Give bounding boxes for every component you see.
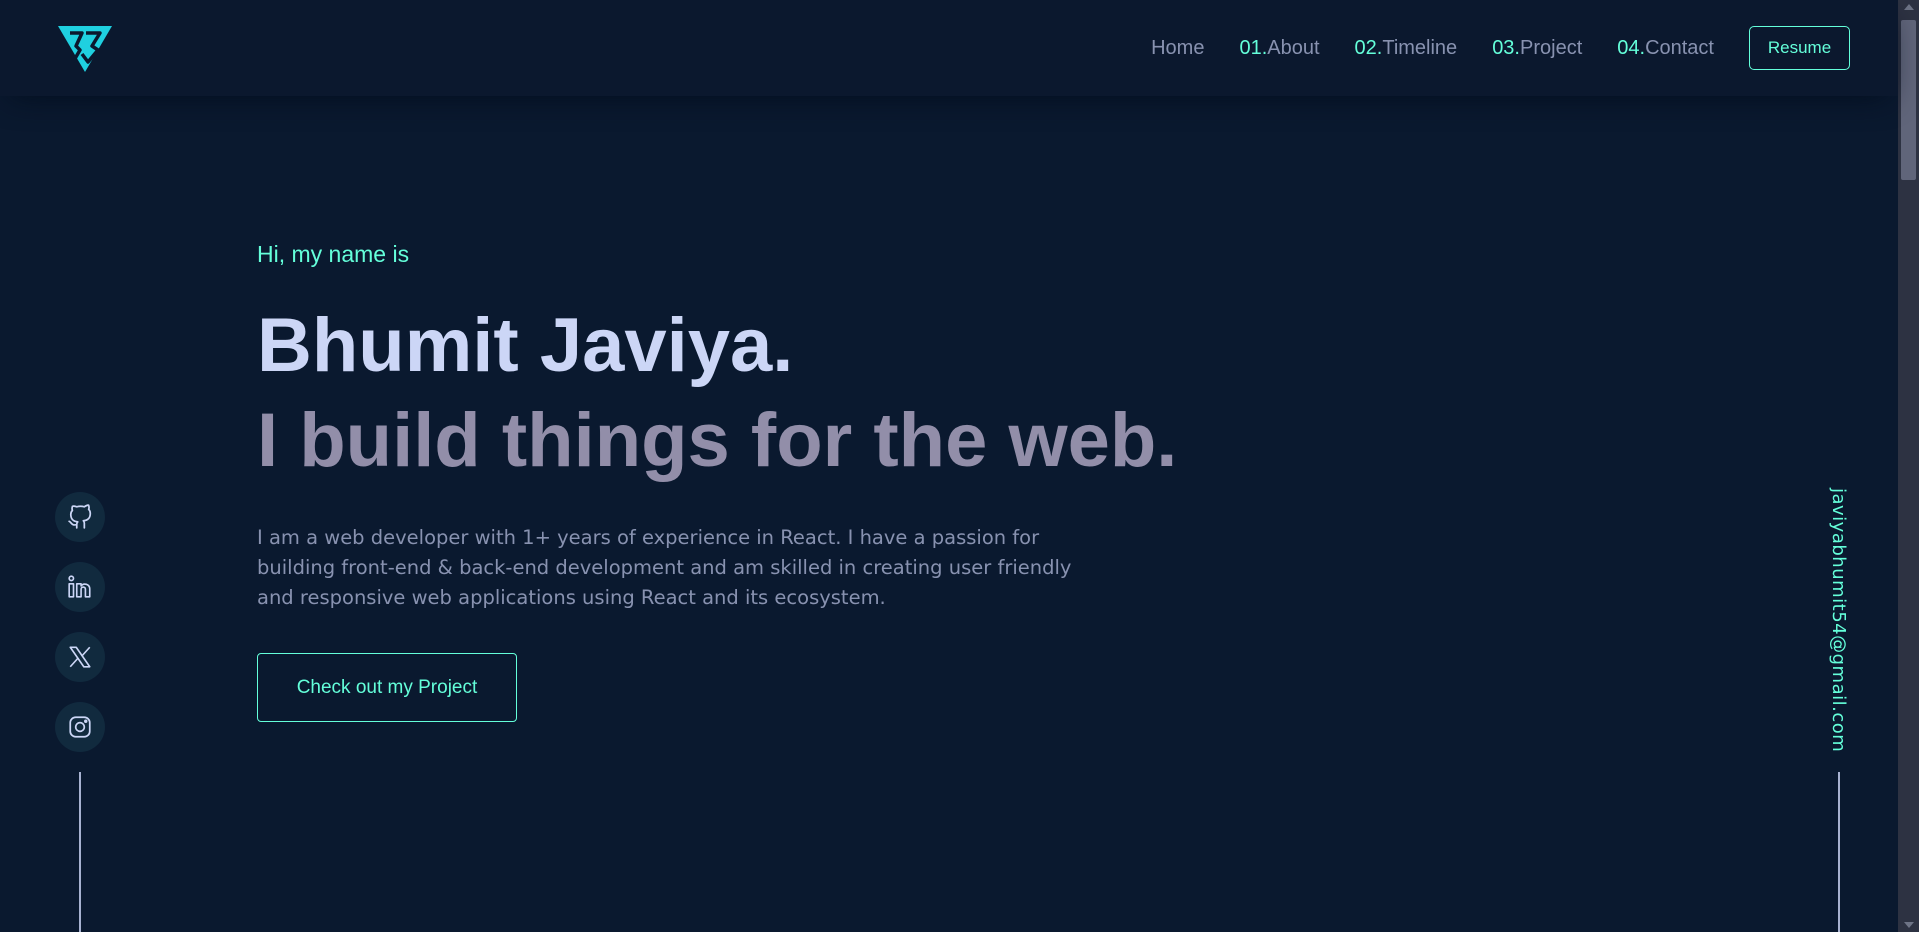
nav-item-label: Contact <box>1645 36 1714 59</box>
hero-greeting: Hi, my name is <box>257 241 410 267</box>
email-link[interactable]: javiyabhumit54@gmail.com <box>1828 488 1849 752</box>
github-icon <box>68 504 92 529</box>
nav-item-number: 02. <box>1354 36 1383 59</box>
nav-item-label: Timeline <box>1382 36 1458 59</box>
nav-item-timeline[interactable]: 02.Timeline <box>1355 37 1458 60</box>
linkedin-icon <box>68 575 91 598</box>
main-nav: Home 01.About 02.Timeline 03.Project 04.… <box>1151 0 1898 96</box>
scroll-down-arrow-icon[interactable] <box>1904 922 1914 928</box>
scrollbar-thumb[interactable] <box>1901 20 1916 180</box>
hero-bio: I am a web developer with 1+ years of ex… <box>257 526 1072 609</box>
left-vertical-line <box>79 772 81 932</box>
nav-item-contact[interactable]: 04.Contact <box>1617 37 1714 60</box>
resume-button[interactable]: Resume <box>1749 26 1850 70</box>
nav-item-number: 01. <box>1239 36 1268 59</box>
vertical-scrollbar[interactable] <box>1898 0 1919 932</box>
hero-tagline: I build things for the web. <box>257 398 1178 483</box>
nav-item-home[interactable]: Home <box>1151 37 1204 60</box>
nav-item-project[interactable]: 03.Project <box>1492 37 1582 60</box>
nav-item-number: 04. <box>1617 36 1646 59</box>
hero-name: Bhumit Javiya. <box>257 303 794 388</box>
social-links <box>55 492 105 772</box>
github-link[interactable] <box>55 492 105 542</box>
instagram-icon <box>69 716 91 738</box>
nav-item-label: Project <box>1520 36 1583 59</box>
x-twitter-link[interactable] <box>55 632 105 682</box>
page: Home 01.About 02.Timeline 03.Project 04.… <box>0 0 1919 932</box>
nav-item-label: Home <box>1151 36 1205 59</box>
instagram-link[interactable] <box>55 702 105 752</box>
site-header: Home 01.About 02.Timeline 03.Project 04.… <box>0 0 1898 96</box>
hero-section: Hi, my name is Bhumit Javiya. I build th… <box>257 240 1357 722</box>
nav-item-label: About <box>1267 36 1320 59</box>
nav-item-about[interactable]: 01.About <box>1239 37 1319 60</box>
right-vertical-line <box>1838 772 1840 932</box>
jb-triangle-logo-icon[interactable] <box>56 24 114 74</box>
linkedin-link[interactable] <box>55 562 105 612</box>
check-project-button[interactable]: Check out my Project <box>257 653 517 722</box>
nav-item-number: 03. <box>1492 36 1520 59</box>
x-twitter-icon <box>69 646 91 668</box>
scroll-up-arrow-icon[interactable] <box>1904 4 1914 10</box>
